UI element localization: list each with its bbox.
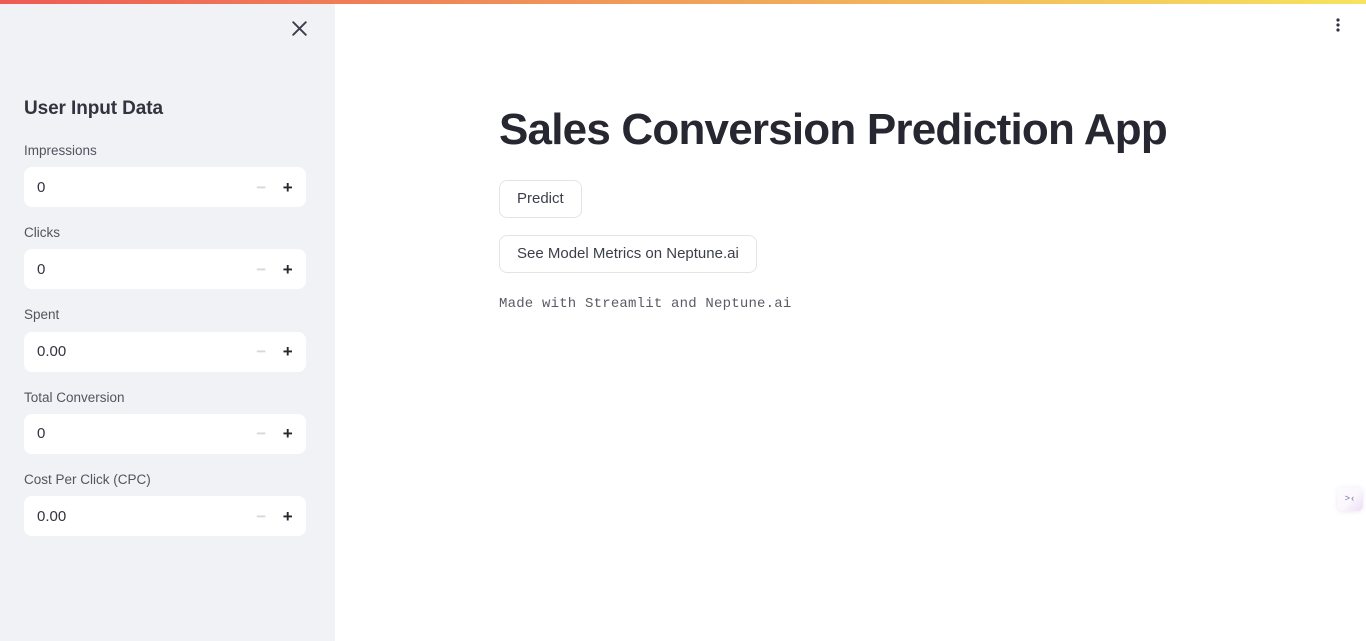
kebab-menu-icon bbox=[1330, 17, 1346, 36]
field-label-clicks: Clicks bbox=[24, 225, 60, 241]
footer-note: Made with Streamlit and Neptune.ai bbox=[499, 295, 792, 312]
main-column: Sales Conversion Prediction App Predict … bbox=[499, 0, 1199, 312]
clicks-input[interactable] bbox=[25, 250, 248, 289]
metrics-button-row: See Model Metrics on Neptune.ai bbox=[499, 234, 1199, 273]
clicks-increment-button[interactable]: + bbox=[275, 250, 302, 288]
widget-face-icon: >‹ bbox=[1344, 493, 1356, 504]
impressions-increment-button[interactable]: + bbox=[275, 168, 302, 206]
impressions-input[interactable] bbox=[25, 168, 248, 207]
spent-input[interactable] bbox=[25, 332, 248, 371]
predict-button-row: Predict bbox=[499, 179, 1199, 218]
number-input-cost-per-click[interactable]: − + bbox=[24, 496, 306, 537]
field-spent: Spent − + bbox=[24, 305, 306, 372]
field-label-total-conversion: Total Conversion bbox=[24, 389, 125, 405]
cost-per-click-input[interactable] bbox=[25, 497, 248, 536]
top-gradient-bar bbox=[0, 0, 1366, 4]
sidebar-body: User Input Data Impressions − + Clicks −… bbox=[0, 0, 335, 552]
number-input-clicks[interactable]: − + bbox=[24, 249, 306, 290]
cost-per-click-decrement-button[interactable]: − bbox=[248, 497, 275, 535]
field-total-conversion: Total Conversion − + bbox=[24, 388, 306, 454]
clicks-decrement-button[interactable]: − bbox=[248, 250, 275, 288]
see-model-metrics-button[interactable]: See Model Metrics on Neptune.ai bbox=[499, 234, 757, 273]
spent-increment-button[interactable]: + bbox=[275, 333, 302, 371]
predict-button[interactable]: Predict bbox=[499, 179, 582, 218]
field-clicks: Clicks − + bbox=[24, 223, 306, 290]
cost-per-click-increment-button[interactable]: + bbox=[275, 497, 302, 535]
field-label-spent: Spent bbox=[24, 307, 60, 323]
number-input-impressions[interactable]: − + bbox=[24, 167, 306, 208]
field-cost-per-click: Cost Per Click (CPC) − + bbox=[24, 470, 306, 537]
page-title: Sales Conversion Prediction App bbox=[499, 105, 1168, 154]
field-impressions: Impressions − + bbox=[24, 141, 306, 208]
field-label-impressions: Impressions bbox=[24, 142, 97, 158]
number-input-spent[interactable]: − + bbox=[24, 331, 306, 372]
impressions-decrement-button[interactable]: − bbox=[248, 168, 275, 206]
sidebar-title: User Input Data bbox=[24, 98, 163, 119]
number-input-total-conversion[interactable]: − + bbox=[24, 413, 306, 454]
main-content-area: Sales Conversion Prediction App Predict … bbox=[335, 0, 1366, 641]
app-root: User Input Data Impressions − + Clicks −… bbox=[0, 0, 1366, 641]
floating-widget-badge[interactable]: >‹ bbox=[1337, 486, 1363, 511]
field-label-cost-per-click: Cost Per Click (CPC) bbox=[24, 471, 151, 487]
sidebar: User Input Data Impressions − + Clicks −… bbox=[0, 0, 335, 641]
total-conversion-increment-button[interactable]: + bbox=[275, 415, 302, 453]
main-menu-button[interactable] bbox=[1322, 10, 1354, 42]
spent-decrement-button[interactable]: − bbox=[248, 333, 275, 371]
total-conversion-decrement-button[interactable]: − bbox=[248, 415, 275, 453]
total-conversion-input[interactable] bbox=[25, 414, 248, 453]
